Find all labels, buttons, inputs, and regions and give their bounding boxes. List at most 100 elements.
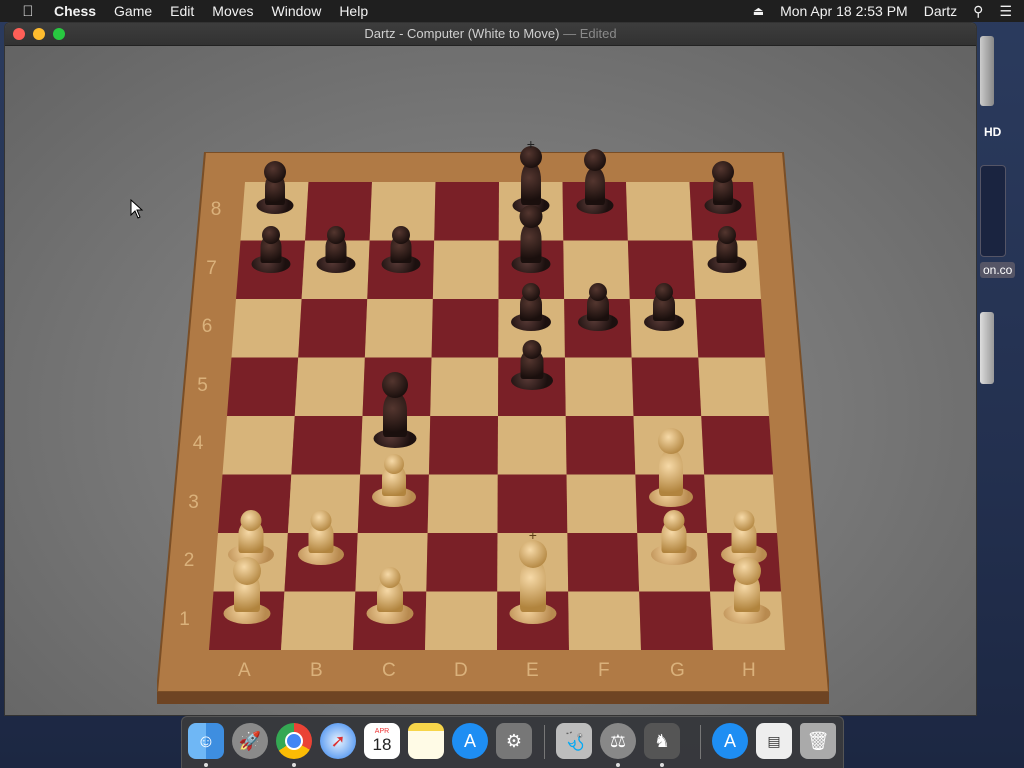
documents-stack-icon[interactable]: ▤ bbox=[756, 723, 792, 759]
notification-center-icon[interactable]: ☰ bbox=[999, 3, 1012, 20]
board-square-b1[interactable] bbox=[281, 591, 356, 651]
rank-label-2: 2 bbox=[183, 550, 195, 572]
black-bishop-piece[interactable] bbox=[576, 146, 614, 215]
chess-window: Dartz - Computer (White to Move) — Edite… bbox=[5, 23, 976, 715]
board-square-d3[interactable] bbox=[427, 474, 498, 534]
hard-drive-label: HD bbox=[984, 125, 1002, 139]
drive-icon[interactable] bbox=[980, 312, 994, 384]
board-square-f5[interactable] bbox=[564, 357, 634, 417]
menu-chess[interactable]: Chess bbox=[54, 0, 96, 22]
black-rook-piece[interactable] bbox=[256, 158, 294, 215]
board-square-g1[interactable] bbox=[639, 591, 713, 651]
apple-menu-icon[interactable]:  bbox=[18, 3, 38, 20]
directory-utility-icon[interactable]: ⚖ bbox=[600, 723, 636, 759]
board-square-f1[interactable] bbox=[568, 591, 641, 651]
board-square-d5[interactable] bbox=[430, 357, 499, 417]
black-pawn-piece[interactable] bbox=[316, 224, 356, 273]
black-pawn-piece[interactable] bbox=[707, 224, 747, 273]
white-pawn-piece[interactable] bbox=[298, 507, 345, 566]
white-pawn-piece[interactable] bbox=[371, 451, 416, 507]
edited-indicator: — Edited bbox=[563, 26, 617, 41]
title-bar[interactable]: Dartz - Computer (White to Move) — Edite… bbox=[5, 23, 976, 46]
board-square-c6[interactable] bbox=[364, 299, 433, 358]
file-label-e: E bbox=[526, 660, 539, 681]
system-preferences-icon[interactable]: ⚙ bbox=[496, 723, 532, 759]
clock[interactable]: Mon Apr 18 2:53 PM bbox=[780, 3, 908, 19]
board-square-g5[interactable] bbox=[631, 357, 702, 417]
board-scene[interactable]: 87654321ABCDEFGH + + bbox=[5, 46, 976, 715]
menu-help[interactable]: Help bbox=[339, 0, 368, 22]
black-pawn-piece[interactable] bbox=[381, 224, 421, 273]
calendar-day: 18 bbox=[372, 734, 392, 754]
board-square-d6[interactable] bbox=[431, 299, 499, 358]
board-square-f3[interactable] bbox=[566, 474, 638, 534]
black-pawn-piece[interactable] bbox=[511, 280, 552, 332]
board-square-e3[interactable] bbox=[497, 474, 568, 534]
white-king-piece[interactable]: + bbox=[509, 528, 557, 624]
calendar-icon[interactable]: APR 18 bbox=[364, 723, 400, 759]
white-pawn-piece[interactable] bbox=[366, 564, 414, 624]
app-icon[interactable] bbox=[980, 165, 1006, 257]
black-rook-piece[interactable] bbox=[704, 158, 742, 215]
app-store-icon[interactable]: A bbox=[452, 723, 488, 759]
menu-edit[interactable]: Edit bbox=[170, 0, 194, 22]
board-square-a5[interactable] bbox=[227, 357, 299, 417]
black-pawn-piece[interactable] bbox=[643, 280, 684, 332]
file-label-b: B bbox=[310, 660, 323, 681]
launchpad-icon[interactable]: 🚀 bbox=[232, 723, 268, 759]
white-rook-piece[interactable] bbox=[723, 553, 771, 624]
spotlight-search-icon[interactable]: ⚲ bbox=[973, 3, 983, 20]
menu-game[interactable]: Game bbox=[114, 0, 152, 22]
board-square-d4[interactable] bbox=[428, 416, 498, 475]
black-pawn-piece[interactable] bbox=[577, 280, 618, 332]
board-square-b5[interactable] bbox=[294, 357, 365, 417]
board-square-b4[interactable] bbox=[291, 416, 363, 475]
menu-moves[interactable]: Moves bbox=[212, 0, 253, 22]
finder-icon[interactable]: ☺ bbox=[188, 723, 224, 759]
file-label-g: G bbox=[670, 660, 685, 681]
black-pawn-piece[interactable] bbox=[251, 224, 291, 273]
board-square-e4[interactable] bbox=[497, 416, 567, 475]
menu-window[interactable]: Window bbox=[272, 0, 322, 22]
rank-label-6: 6 bbox=[201, 316, 213, 338]
mouse-cursor-icon bbox=[130, 199, 144, 219]
board-square-h5[interactable] bbox=[698, 357, 769, 417]
file-label-h: H bbox=[742, 660, 756, 681]
black-queen-piece[interactable] bbox=[373, 368, 417, 449]
trash-icon[interactable]: 🗑 bbox=[800, 723, 836, 759]
white-queen-piece[interactable] bbox=[649, 424, 694, 507]
safari-icon[interactable]: ➚ bbox=[320, 723, 356, 759]
board-square-a4[interactable] bbox=[222, 416, 295, 475]
file-label-d: D bbox=[454, 660, 468, 681]
board-square-d1[interactable] bbox=[425, 591, 498, 651]
board-square-a6[interactable] bbox=[231, 299, 302, 358]
dock: ☺ 🚀 ➚ APR 18 A ⚙ 🩺 ⚖ ♞ A ▤ 🗑 bbox=[181, 716, 844, 768]
user-menu[interactable]: Dartz bbox=[924, 3, 957, 19]
white-pawn-piece[interactable] bbox=[650, 507, 697, 566]
board-square-g8[interactable] bbox=[626, 182, 693, 241]
chrome-running-indicator bbox=[292, 763, 296, 767]
chrome-icon[interactable] bbox=[276, 723, 312, 759]
hard-drive-icon[interactable] bbox=[980, 36, 994, 106]
board-square-h6[interactable] bbox=[695, 299, 765, 358]
board-square-f4[interactable] bbox=[565, 416, 636, 475]
black-pawn-piece[interactable] bbox=[510, 337, 553, 390]
board-square-d7[interactable] bbox=[432, 240, 499, 300]
board-square-b6[interactable] bbox=[298, 299, 368, 358]
board-square-f2[interactable] bbox=[567, 533, 640, 592]
eject-icon[interactable]: ⏏ bbox=[753, 4, 764, 18]
system-information-icon[interactable]: 🩺 bbox=[556, 723, 592, 759]
calendar-month: APR bbox=[374, 727, 390, 735]
board-square-d8[interactable] bbox=[434, 182, 499, 241]
chess-app-icon[interactable]: ♞ bbox=[644, 723, 680, 759]
dock-separator bbox=[544, 725, 545, 759]
black-queen-piece[interactable] bbox=[511, 201, 551, 273]
board-square-h4[interactable] bbox=[701, 416, 773, 475]
notes-icon[interactable] bbox=[408, 723, 444, 759]
board-square-d2[interactable] bbox=[426, 533, 498, 592]
website-label: on.co bbox=[980, 262, 1016, 278]
app-store-downloads-icon[interactable]: A bbox=[712, 723, 748, 759]
dock-separator-2 bbox=[700, 725, 701, 759]
rank-label-3: 3 bbox=[188, 491, 199, 513]
white-rook-piece[interactable] bbox=[223, 553, 271, 624]
